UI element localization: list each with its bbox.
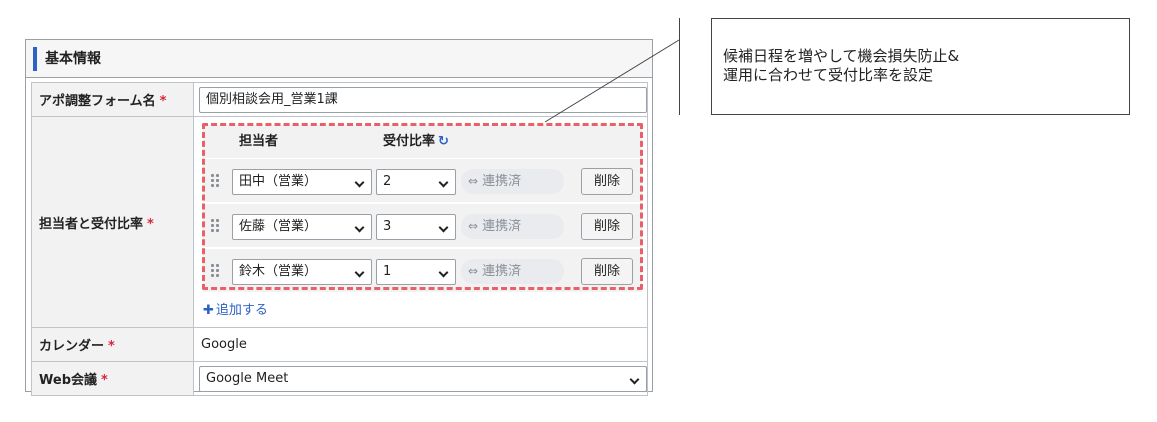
callout-line-1: 候補日程を増やして機会損失防止& [723, 47, 960, 65]
callout-line-2: 運用に合わせて受付比率を設定 [723, 66, 934, 84]
callout-box: 候補日程を増やして機会損失防止& 運用に合わせて受付比率を設定 [711, 18, 1130, 115]
callout-divider-line [679, 18, 680, 115]
callout-pointer-line [544, 39, 680, 123]
